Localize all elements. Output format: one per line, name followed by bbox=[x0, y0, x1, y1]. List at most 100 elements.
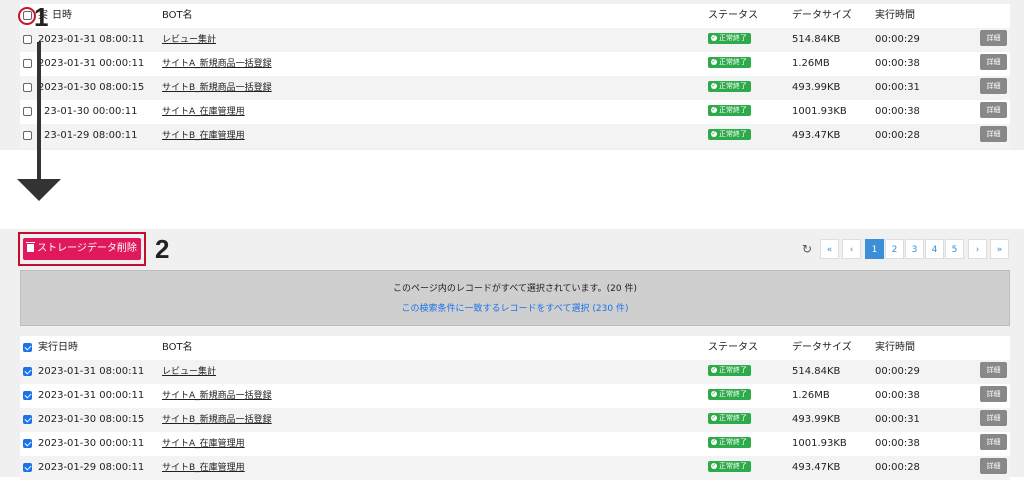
row-bot-link[interactable]: サイトB_新規商品一括登録 bbox=[162, 76, 272, 100]
table-row: 2023-01-31 08:00:11 レビュー集計 ✓ 正常終了 514.84K… bbox=[20, 28, 1010, 52]
row-bot-link[interactable]: サイトB_在庫管理用 bbox=[162, 456, 245, 480]
page-last[interactable]: » bbox=[990, 239, 1009, 259]
status-badge: ✓ 正常終了 bbox=[708, 52, 751, 76]
row-checkbox[interactable] bbox=[23, 35, 32, 44]
status-badge: ✓ 正常終了 bbox=[708, 124, 751, 148]
header-time: 実行時間 bbox=[875, 342, 915, 353]
row-bot-link[interactable]: サイトA_新規商品一括登録 bbox=[162, 384, 272, 408]
check-icon: ✓ bbox=[711, 129, 717, 137]
check-icon: ✓ bbox=[711, 33, 717, 41]
top-panel: 実日時 BOT名 ステータス データサイズ 実行時間 2023-01-31 08… bbox=[0, 0, 1024, 150]
status-badge: ✓ 正常終了 bbox=[708, 384, 751, 408]
row-time: 00:00:31 bbox=[875, 414, 920, 425]
row-time: 00:00:28 bbox=[875, 130, 920, 141]
row-checkbox[interactable] bbox=[23, 131, 32, 140]
detail-button[interactable]: 詳細 bbox=[980, 360, 1007, 384]
detail-button[interactable]: 詳細 bbox=[980, 408, 1007, 432]
row-date: 23-01-30 00:00:11 bbox=[44, 106, 138, 117]
table-header: 実行日時 BOT名 ステータス データサイズ 実行時間 bbox=[20, 336, 1010, 360]
row-bot-link[interactable]: サイトB_在庫管理用 bbox=[162, 124, 245, 148]
delete-storage-button[interactable]: ストレージデータ削除 bbox=[23, 238, 141, 260]
row-bot-link[interactable]: レビュー集計 bbox=[162, 360, 216, 384]
delete-button-highlight: ストレージデータ削除 bbox=[18, 232, 146, 266]
row-size: 493.99KB bbox=[792, 414, 841, 425]
down-arrow bbox=[37, 42, 41, 180]
check-icon: ✓ bbox=[711, 389, 717, 397]
step-2-label: 2 bbox=[155, 234, 170, 264]
status-badge: ✓ 正常終了 bbox=[708, 360, 751, 384]
row-checkbox[interactable] bbox=[23, 415, 32, 424]
detail-button[interactable]: 詳細 bbox=[980, 52, 1007, 76]
table-row: 2023-01-31 08:00:11 レビュー集計 ✓ 正常終了 514.84K… bbox=[20, 360, 1010, 384]
row-bot-link[interactable]: サイトA_在庫管理用 bbox=[162, 432, 245, 456]
row-date: 23-01-29 08:00:11 bbox=[44, 130, 138, 141]
row-bot-link[interactable]: サイトA_在庫管理用 bbox=[162, 100, 245, 124]
status-badge: ✓ 正常終了 bbox=[708, 432, 751, 456]
row-checkbox[interactable] bbox=[23, 107, 32, 116]
row-checkbox[interactable] bbox=[23, 59, 32, 68]
refresh-icon[interactable]: ↻ bbox=[799, 239, 815, 259]
check-icon: ✓ bbox=[711, 437, 717, 445]
page-2[interactable]: 2 bbox=[885, 239, 904, 259]
row-bot-link[interactable]: レビュー集計 bbox=[162, 28, 216, 52]
table-row: 2023-01-29 08:00:11 サイトB_在庫管理用 ✓ 正常終了 493… bbox=[20, 456, 1010, 480]
page-prev[interactable]: ‹ bbox=[842, 239, 861, 259]
row-size: 1001.93KB bbox=[792, 438, 847, 449]
header-date: 実行日時 bbox=[38, 342, 78, 353]
header-size: データサイズ bbox=[792, 342, 852, 353]
row-date: 2023-01-29 08:00:11 bbox=[38, 462, 145, 473]
page-next[interactable]: › bbox=[968, 239, 987, 259]
row-checkbox[interactable] bbox=[23, 391, 32, 400]
header-status: ステータス bbox=[708, 10, 758, 21]
detail-button[interactable]: 詳細 bbox=[980, 100, 1007, 124]
page-3[interactable]: 3 bbox=[905, 239, 924, 259]
check-icon: ✓ bbox=[711, 365, 717, 373]
status-badge: ✓ 正常終了 bbox=[708, 28, 751, 52]
row-date: 2023-01-31 00:00:11 bbox=[38, 58, 145, 69]
selection-notice: このページ内のレコードがすべて選択されています。(20 件) この検索条件に一致… bbox=[20, 270, 1010, 326]
detail-button[interactable]: 詳細 bbox=[980, 76, 1007, 100]
detail-button[interactable]: 詳細 bbox=[980, 432, 1007, 456]
selection-notice-text: このページ内のレコードがすべて選択されています。(20 件) bbox=[393, 284, 637, 294]
check-icon: ✓ bbox=[711, 413, 717, 421]
page-4[interactable]: 4 bbox=[925, 239, 944, 259]
row-size: 1001.93KB bbox=[792, 106, 847, 117]
row-date: 2023-01-31 08:00:11 bbox=[38, 366, 145, 377]
detail-button[interactable]: 詳細 bbox=[980, 28, 1007, 52]
row-size: 493.47KB bbox=[792, 462, 841, 473]
row-size: 514.84KB bbox=[792, 34, 841, 45]
page-5[interactable]: 5 bbox=[945, 239, 964, 259]
row-bot-link[interactable]: サイトB_新規商品一括登録 bbox=[162, 408, 272, 432]
row-time: 00:00:31 bbox=[875, 82, 920, 93]
row-bot-link[interactable]: サイトA_新規商品一括登録 bbox=[162, 52, 272, 76]
row-date: 2023-01-30 08:00:15 bbox=[38, 414, 145, 425]
row-date: 2023-01-31 08:00:11 bbox=[38, 34, 145, 45]
select-all-checkbox[interactable] bbox=[23, 343, 32, 352]
row-time: 00:00:38 bbox=[875, 106, 920, 117]
select-all-records-link[interactable]: この検索条件に一致するレコードをすべて選択 (230 件) bbox=[21, 301, 1009, 314]
table-header: 実日時 BOT名 ステータス データサイズ 実行時間 bbox=[20, 4, 1010, 28]
row-time: 00:00:38 bbox=[875, 438, 920, 449]
detail-button[interactable]: 詳細 bbox=[980, 384, 1007, 408]
row-checkbox[interactable] bbox=[23, 367, 32, 376]
table-row: 2023-01-31 00:00:11 サイトA_新規商品一括登録 ✓ 正常終了 … bbox=[20, 52, 1010, 76]
row-checkbox[interactable] bbox=[23, 83, 32, 92]
status-badge: ✓ 正常終了 bbox=[708, 456, 751, 480]
row-size: 1.26MB bbox=[792, 58, 830, 69]
detail-button[interactable]: 詳細 bbox=[980, 456, 1007, 480]
header-time: 実行時間 bbox=[875, 10, 915, 21]
row-date: 2023-01-30 00:00:11 bbox=[38, 438, 145, 449]
page-first[interactable]: « bbox=[820, 239, 839, 259]
row-size: 493.99KB bbox=[792, 82, 841, 93]
page-1[interactable]: 1 bbox=[865, 239, 884, 259]
detail-button[interactable]: 詳細 bbox=[980, 124, 1007, 148]
row-time: 00:00:29 bbox=[875, 366, 920, 377]
check-icon: ✓ bbox=[711, 57, 717, 65]
row-checkbox[interactable] bbox=[23, 463, 32, 472]
trash-icon bbox=[26, 242, 36, 252]
table-row: 2023-01-30 00:00:11 サイトA_在庫管理用 ✓ 正常終了 100… bbox=[20, 432, 1010, 456]
status-badge: ✓ 正常終了 bbox=[708, 76, 751, 100]
row-time: 00:00:38 bbox=[875, 390, 920, 401]
header-bot: BOT名 bbox=[162, 342, 193, 353]
row-checkbox[interactable] bbox=[23, 439, 32, 448]
